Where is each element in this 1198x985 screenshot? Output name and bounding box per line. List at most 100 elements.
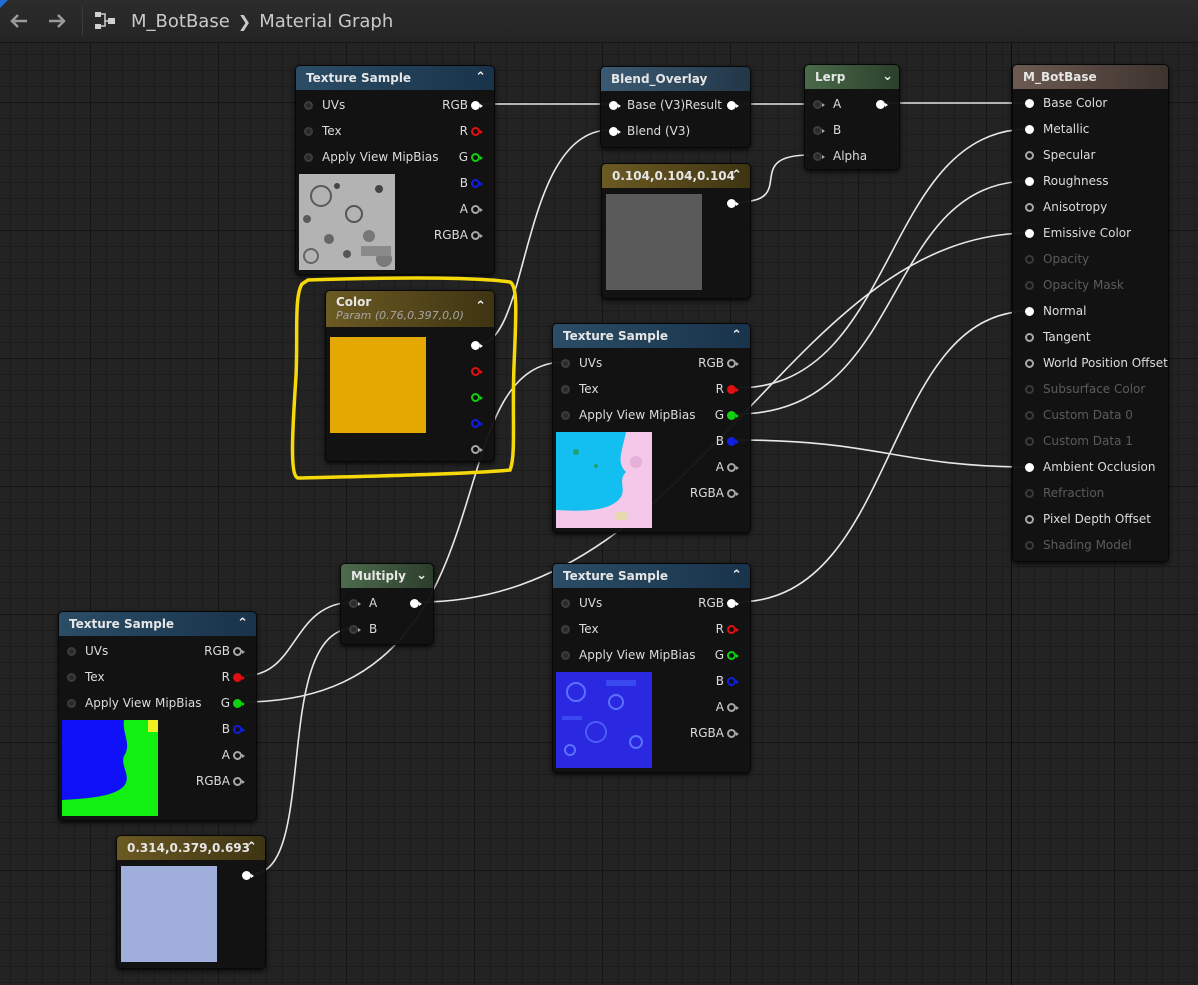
input-pixel-depth-offset[interactable]: Pixel Depth Offset bbox=[1025, 506, 1151, 532]
input-custom-data-0[interactable]: Custom Data 0 bbox=[1025, 402, 1133, 428]
node-header[interactable]: 0.104,0.104,0.104 ⌃ bbox=[602, 164, 750, 188]
pin-input[interactable] bbox=[67, 699, 76, 708]
pin-input[interactable] bbox=[1025, 177, 1034, 186]
pin-output[interactable] bbox=[410, 599, 422, 608]
pin-input[interactable] bbox=[1025, 255, 1034, 264]
pin-input[interactable] bbox=[349, 625, 361, 634]
chevron-up-icon[interactable]: ⌃ bbox=[731, 324, 742, 348]
chevron-down-icon[interactable]: ⌄ bbox=[416, 564, 427, 588]
input-custom-data-1[interactable]: Custom Data 1 bbox=[1025, 428, 1133, 454]
input-apply-view-mipbias[interactable]: Apply View MipBias bbox=[67, 690, 201, 716]
input-uvs[interactable]: UVs bbox=[67, 638, 108, 664]
chevron-up-icon[interactable]: ⌃ bbox=[475, 66, 486, 90]
pin-output-b[interactable] bbox=[233, 725, 245, 734]
forward-button[interactable] bbox=[38, 0, 76, 42]
pin-output-rgb[interactable] bbox=[233, 647, 245, 656]
node-header[interactable]: Texture Sample ⌃ bbox=[553, 324, 750, 348]
pin-input[interactable] bbox=[1025, 359, 1034, 368]
pin-input[interactable] bbox=[561, 599, 570, 608]
pin-output-rgb[interactable] bbox=[471, 101, 483, 110]
pin-output-b[interactable] bbox=[727, 437, 739, 446]
chevron-up-icon[interactable]: ⌃ bbox=[731, 164, 742, 188]
texture-sample-node-2[interactable]: Texture Sample ⌃ UVs Tex Apply View MipBi… bbox=[552, 323, 751, 533]
pin-input[interactable] bbox=[609, 127, 621, 136]
lerp-node[interactable]: Lerp ⌄ A B Alpha bbox=[804, 64, 900, 170]
input-tex[interactable]: Tex bbox=[561, 376, 599, 402]
pin-output-g[interactable] bbox=[471, 153, 483, 162]
input-alpha[interactable]: Alpha bbox=[813, 143, 867, 169]
pin-input[interactable] bbox=[1025, 125, 1034, 134]
input-shading-model[interactable]: Shading Model bbox=[1025, 532, 1132, 558]
pin-input[interactable] bbox=[1025, 333, 1034, 342]
input-apply-view-mipbias[interactable]: Apply View MipBias bbox=[304, 144, 438, 170]
pin-output[interactable] bbox=[242, 871, 254, 880]
pin-output[interactable] bbox=[876, 100, 888, 109]
pin-output-r[interactable] bbox=[471, 127, 483, 136]
pin-output-rgba[interactable] bbox=[727, 729, 739, 738]
input-a[interactable]: A bbox=[349, 590, 377, 616]
breadcrumb-asset[interactable]: M_BotBase bbox=[131, 11, 230, 32]
texture-sample-node-4[interactable]: Texture Sample ⌃ UVs Tex Apply View MipBi… bbox=[58, 611, 257, 821]
node-header[interactable]: Multiply ⌄ bbox=[341, 564, 433, 588]
input-apply-view-mipbias[interactable]: Apply View MipBias bbox=[561, 642, 695, 668]
node-header[interactable]: Texture Sample ⌃ bbox=[296, 66, 494, 90]
pin-input[interactable] bbox=[304, 127, 313, 136]
pin-output[interactable] bbox=[727, 199, 739, 208]
input-blend[interactable]: Blend (V3) bbox=[609, 118, 690, 144]
pin-input[interactable] bbox=[1025, 307, 1034, 316]
material-result-node[interactable]: M_BotBase Base Color Metallic Specular Roug… bbox=[1012, 64, 1169, 562]
pin-input[interactable] bbox=[1025, 203, 1034, 212]
node-header[interactable]: Texture Sample ⌃ bbox=[553, 564, 750, 588]
input-a[interactable]: A bbox=[813, 91, 841, 117]
pin-input[interactable] bbox=[1025, 463, 1034, 472]
pin-input[interactable] bbox=[1025, 281, 1034, 290]
pin-output-a[interactable] bbox=[727, 463, 739, 472]
pin-output-rgba[interactable] bbox=[233, 777, 245, 786]
pin-input[interactable] bbox=[1025, 385, 1034, 394]
pin-input[interactable] bbox=[561, 651, 570, 660]
texture-sample-node-1[interactable]: Texture Sample ⌃ UVs Tex Apply View MipBi… bbox=[295, 65, 495, 275]
pin-output-b[interactable] bbox=[471, 179, 483, 188]
pin-input[interactable] bbox=[1025, 229, 1034, 238]
pin-input[interactable] bbox=[1025, 515, 1034, 524]
input-uvs[interactable]: UVs bbox=[304, 92, 345, 118]
constant3-node-blue[interactable]: 0.314,0.379,0.693 ⌃ bbox=[116, 835, 266, 969]
chevron-down-icon[interactable]: ⌄ bbox=[882, 65, 893, 89]
pin-output-r[interactable] bbox=[233, 673, 245, 682]
pin-input[interactable] bbox=[561, 385, 570, 394]
node-header[interactable]: Blend_Overlay bbox=[601, 67, 750, 91]
node-header[interactable]: M_BotBase bbox=[1013, 65, 1168, 89]
pin-input[interactable] bbox=[304, 153, 313, 162]
pin-output-g[interactable] bbox=[727, 651, 739, 660]
pin-input[interactable] bbox=[67, 673, 76, 682]
input-opacity-mask[interactable]: Opacity Mask bbox=[1025, 272, 1124, 298]
input-subsurface-color[interactable]: Subsurface Color bbox=[1025, 376, 1145, 402]
pin-input[interactable] bbox=[1025, 99, 1034, 108]
blend-overlay-node[interactable]: Blend_Overlay Base (V3) Blend (V3) Resul… bbox=[600, 66, 751, 148]
input-tex[interactable]: Tex bbox=[561, 616, 599, 642]
input-tangent[interactable]: Tangent bbox=[1025, 324, 1091, 350]
pin-input[interactable] bbox=[1025, 489, 1034, 498]
pin-output-r[interactable] bbox=[727, 385, 739, 394]
node-header[interactable]: Texture Sample ⌃ bbox=[59, 612, 256, 636]
pin-input[interactable] bbox=[1025, 437, 1034, 446]
pin-output-r[interactable] bbox=[727, 625, 739, 634]
pin-output-rgba[interactable] bbox=[471, 231, 483, 240]
chevron-up-icon[interactable]: ⌃ bbox=[246, 836, 257, 860]
input-apply-view-mipbias[interactable]: Apply View MipBias bbox=[561, 402, 695, 428]
pin-output-result[interactable] bbox=[727, 101, 739, 110]
input-b[interactable]: B bbox=[813, 117, 841, 143]
pin-input[interactable] bbox=[561, 625, 570, 634]
input-opacity[interactable]: Opacity bbox=[1025, 246, 1089, 272]
node-header[interactable]: 0.314,0.379,0.693 ⌃ bbox=[117, 836, 265, 860]
input-specular[interactable]: Specular bbox=[1025, 142, 1095, 168]
pin-output-rgb[interactable] bbox=[727, 599, 739, 608]
chevron-up-icon[interactable]: ⌃ bbox=[731, 564, 742, 588]
pin-input[interactable] bbox=[561, 359, 570, 368]
input-world-position-offset[interactable]: World Position Offset bbox=[1025, 350, 1168, 376]
pin-output-a[interactable] bbox=[727, 703, 739, 712]
input-base-color[interactable]: Base Color bbox=[1025, 90, 1107, 116]
pin-output-b[interactable] bbox=[727, 677, 739, 686]
node-header[interactable]: Lerp ⌄ bbox=[805, 65, 899, 89]
input-metallic[interactable]: Metallic bbox=[1025, 116, 1089, 142]
